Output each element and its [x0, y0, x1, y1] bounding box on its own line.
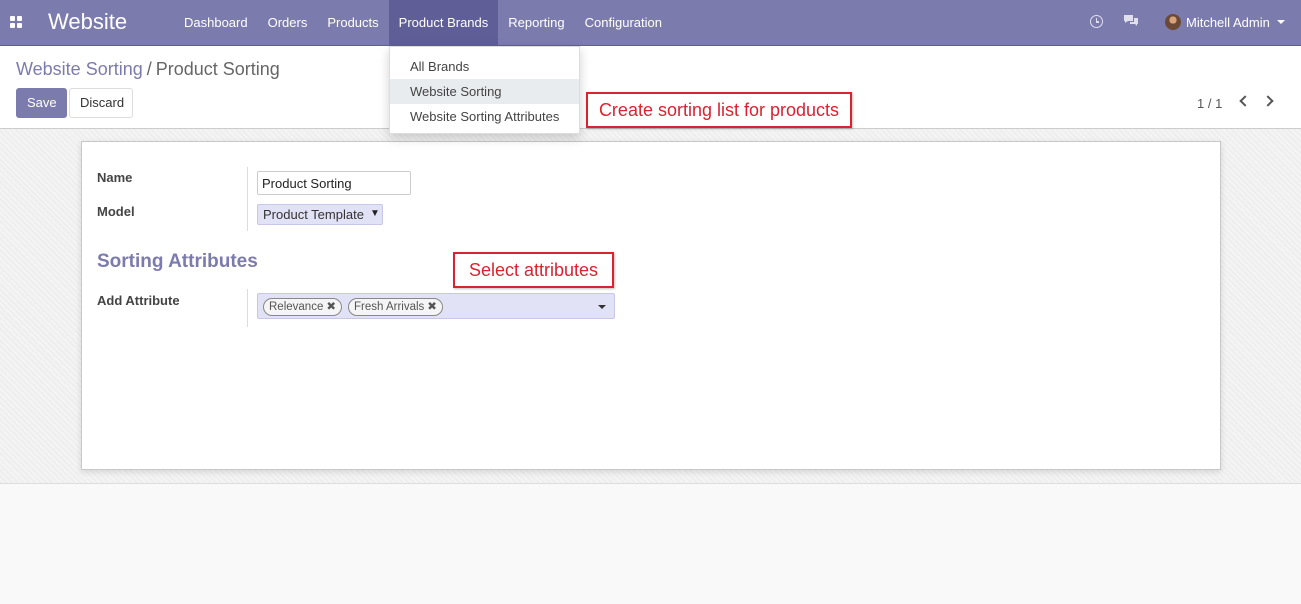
model-label: Model	[97, 204, 135, 219]
chat-icon[interactable]	[1123, 14, 1139, 28]
breadcrumb-current: Product Sorting	[155, 59, 280, 79]
name-label: Name	[97, 170, 133, 185]
menu-item-dashboard[interactable]: Dashboard	[174, 0, 258, 46]
breadcrumb-parent-link[interactable]: Website Sorting	[16, 59, 143, 79]
remove-tag-icon[interactable]: ✖	[427, 301, 437, 313]
model-select-caret-icon[interactable]: ▼	[370, 208, 380, 219]
attributes-tag-input[interactable]: Relevance ✖ Fresh Arrivals ✖	[257, 293, 615, 319]
pager-previous-icon[interactable]	[1239, 95, 1251, 107]
save-button[interactable]: Save	[16, 88, 67, 118]
breadcrumb-separator: /	[146, 59, 152, 79]
field-divider	[247, 289, 248, 327]
tag-fresh-arrivals: Fresh Arrivals ✖	[348, 298, 443, 316]
page-bottom	[0, 485, 1301, 604]
activity-clock-icon[interactable]	[1090, 15, 1103, 28]
add-attribute-label: Add Attribute	[97, 293, 180, 308]
model-select[interactable]: Product Template ▼	[257, 204, 383, 225]
pager-next-icon[interactable]	[1262, 95, 1274, 107]
name-input[interactable]	[257, 171, 411, 195]
apps-menu-icon[interactable]	[10, 16, 22, 28]
menu-item-products[interactable]: Products	[317, 0, 388, 46]
product-brands-dropdown: All Brands Website Sorting Website Sorti…	[389, 46, 580, 134]
model-select-value: Product Template	[263, 207, 364, 222]
user-name[interactable]: Mitchell Admin	[1186, 15, 1270, 30]
main-menu: Dashboard Orders Products Product Brands…	[174, 0, 672, 46]
dropdown-item-website-sorting[interactable]: Website Sorting	[390, 79, 579, 104]
tag-relevance: Relevance ✖	[263, 298, 342, 316]
pager-value[interactable]: 1 / 1	[1197, 96, 1222, 111]
top-navbar: Website Dashboard Orders Products Produc…	[0, 0, 1301, 46]
tag-label: Relevance	[269, 301, 324, 313]
discard-button[interactable]: Discard	[69, 88, 133, 118]
app-brand[interactable]: Website	[48, 9, 127, 35]
user-menu-caret-icon[interactable]	[1277, 20, 1285, 24]
tag-label: Fresh Arrivals	[354, 301, 425, 313]
breadcrumb: Website Sorting / Product Sorting	[16, 59, 280, 80]
field-divider	[247, 167, 248, 231]
form-sheet	[81, 141, 1221, 470]
tags-dropdown-caret-icon[interactable]	[598, 305, 606, 309]
menu-item-product-brands[interactable]: Product Brands	[388, 0, 499, 46]
section-title: Sorting Attributes	[97, 251, 258, 272]
dropdown-item-all-brands[interactable]: All Brands	[390, 54, 579, 79]
menu-item-reporting[interactable]: Reporting	[498, 0, 574, 46]
dropdown-item-website-sorting-attributes[interactable]: Website Sorting Attributes	[390, 104, 579, 129]
remove-tag-icon[interactable]: ✖	[326, 301, 336, 313]
annotation-sorting-list: Create sorting list for products	[586, 92, 852, 128]
menu-item-configuration[interactable]: Configuration	[575, 0, 672, 46]
menu-item-orders[interactable]: Orders	[258, 0, 318, 46]
user-avatar[interactable]	[1165, 14, 1181, 30]
annotation-select-attributes: Select attributes	[453, 252, 614, 288]
